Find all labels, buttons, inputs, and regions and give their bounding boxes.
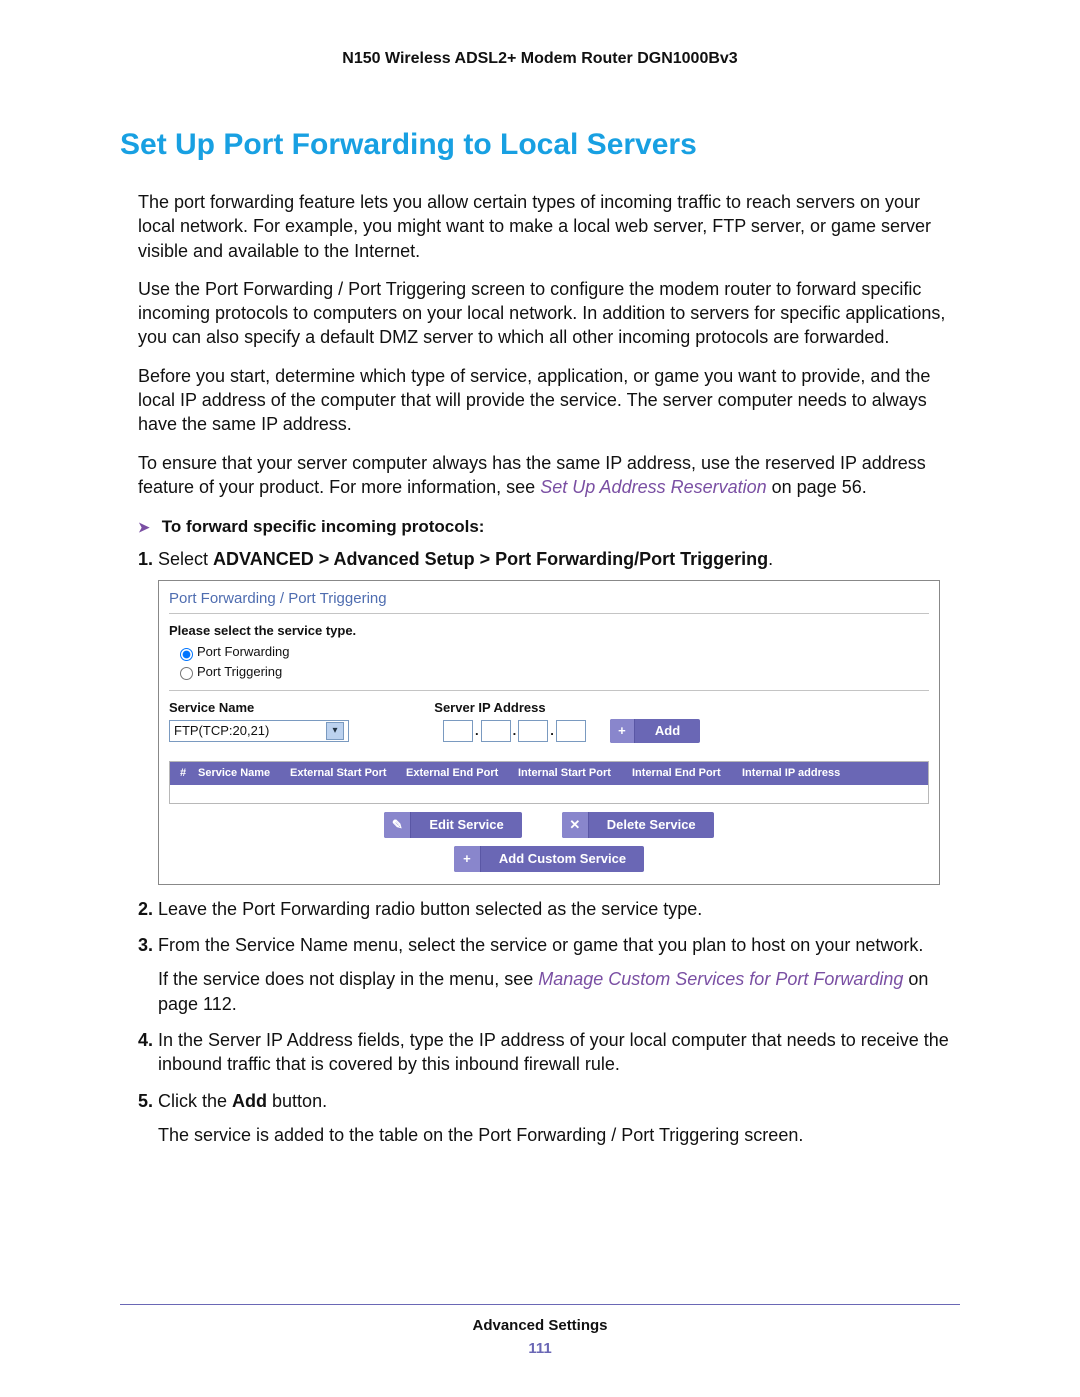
intro-para-4: To ensure that your server computer alwa…	[138, 451, 960, 500]
ip-octet-1[interactable]	[443, 720, 473, 742]
procedure-heading-text: To forward specific incoming protocols:	[162, 517, 485, 537]
dot: .	[550, 722, 554, 740]
step-3: From the Service Name menu, select the s…	[158, 933, 960, 1016]
radio-port-forwarding-label: Port Forwarding	[197, 644, 289, 659]
divider	[169, 613, 929, 614]
step-5: Click the Add button. The service is add…	[158, 1089, 960, 1148]
edit-service-button[interactable]: ✎ Edit Service	[384, 812, 521, 838]
step-5-prefix: Click the	[158, 1091, 232, 1111]
step-1: Select ADVANCED > Advanced Setup > Port …	[158, 547, 960, 885]
step-3-text: From the Service Name menu, select the s…	[158, 935, 923, 955]
col-int-start-port: Internal Start Port	[518, 766, 624, 781]
divider	[169, 690, 929, 691]
step-1-prefix: Select	[158, 549, 213, 569]
server-ip-fields: . . .	[443, 720, 586, 742]
plus-icon: +	[610, 719, 635, 743]
service-name-label: Service Name	[169, 699, 254, 717]
col-int-end-port: Internal End Port	[632, 766, 734, 781]
add-custom-service-label: Add Custom Service	[481, 850, 644, 868]
footer-divider	[120, 1304, 960, 1305]
step-3-sub-prefix: If the service does not display in the m…	[158, 969, 538, 989]
col-hash: #	[176, 766, 190, 781]
pencil-icon: ✎	[384, 812, 411, 838]
intro-para-1: The port forwarding feature lets you all…	[138, 190, 960, 263]
intro-para-2: Use the Port Forwarding / Port Triggerin…	[138, 277, 960, 350]
step-4: In the Server IP Address fields, type th…	[158, 1028, 960, 1077]
radio-port-triggering-input[interactable]	[180, 667, 193, 680]
ip-octet-2[interactable]	[481, 720, 511, 742]
service-name-value: FTP(TCP:20,21)	[174, 722, 269, 740]
procedure-heading: ➤ To forward specific incoming protocols…	[138, 517, 960, 537]
table-empty-row	[170, 785, 928, 803]
intro-para-3: Before you start, determine which type o…	[138, 364, 960, 437]
dot: .	[513, 722, 517, 740]
close-icon: ✕	[562, 812, 589, 838]
col-ext-end-port: External End Port	[406, 766, 510, 781]
link-manage-custom-services[interactable]: Manage Custom Services for Port Forwardi…	[538, 969, 903, 989]
service-name-select[interactable]: FTP(TCP:20,21) ▾	[169, 720, 349, 742]
add-custom-service-button[interactable]: + Add Custom Service	[454, 846, 644, 872]
col-ext-start-port: External Start Port	[290, 766, 398, 781]
services-table: # Service Name External Start Port Exter…	[169, 761, 929, 804]
step-5-sub: The service is added to the table on the…	[158, 1123, 960, 1147]
col-service-name: Service Name	[198, 766, 282, 781]
panel-title: Port Forwarding / Port Triggering	[159, 581, 939, 613]
step-1-bold: ADVANCED > Advanced Setup > Port Forward…	[213, 549, 768, 569]
step-1-suffix: .	[768, 549, 773, 569]
radio-port-forwarding[interactable]: Port Forwarding	[175, 643, 929, 661]
col-int-ip: Internal IP address	[742, 766, 858, 781]
port-forwarding-panel: Port Forwarding / Port Triggering Please…	[158, 580, 940, 885]
step-5-suffix: button.	[267, 1091, 327, 1111]
edit-service-label: Edit Service	[411, 816, 521, 834]
step-5-bold: Add	[232, 1091, 267, 1111]
delete-service-button[interactable]: ✕ Delete Service	[562, 812, 714, 838]
chevron-down-icon: ▾	[326, 722, 344, 740]
radio-port-forwarding-input[interactable]	[180, 648, 193, 661]
footer-page-number: 111	[120, 1340, 960, 1357]
page-footer: Advanced Settings 111	[120, 1295, 960, 1357]
step-2: Leave the Port Forwarding radio button s…	[158, 897, 960, 921]
radio-port-triggering[interactable]: Port Triggering	[175, 663, 929, 681]
para4-suffix: on page 56.	[767, 477, 867, 497]
ip-octet-3[interactable]	[518, 720, 548, 742]
dot: .	[475, 722, 479, 740]
delete-service-label: Delete Service	[589, 816, 714, 834]
link-address-reservation[interactable]: Set Up Address Reservation	[540, 477, 766, 497]
service-type-prompt: Please select the service type.	[169, 622, 929, 640]
plus-icon: +	[454, 846, 481, 872]
arrow-right-icon: ➤	[138, 519, 150, 536]
radio-port-triggering-label: Port Triggering	[197, 664, 282, 679]
server-ip-label: Server IP Address	[434, 699, 545, 717]
product-header: N150 Wireless ADSL2+ Modem Router DGN100…	[120, 50, 960, 68]
ip-octet-4[interactable]	[556, 720, 586, 742]
add-button-label: Add	[635, 722, 700, 740]
add-button[interactable]: + Add	[610, 719, 700, 743]
table-header-row: # Service Name External Start Port Exter…	[170, 762, 928, 785]
section-title: Set Up Port Forwarding to Local Servers	[120, 128, 960, 162]
footer-section: Advanced Settings	[120, 1317, 960, 1334]
